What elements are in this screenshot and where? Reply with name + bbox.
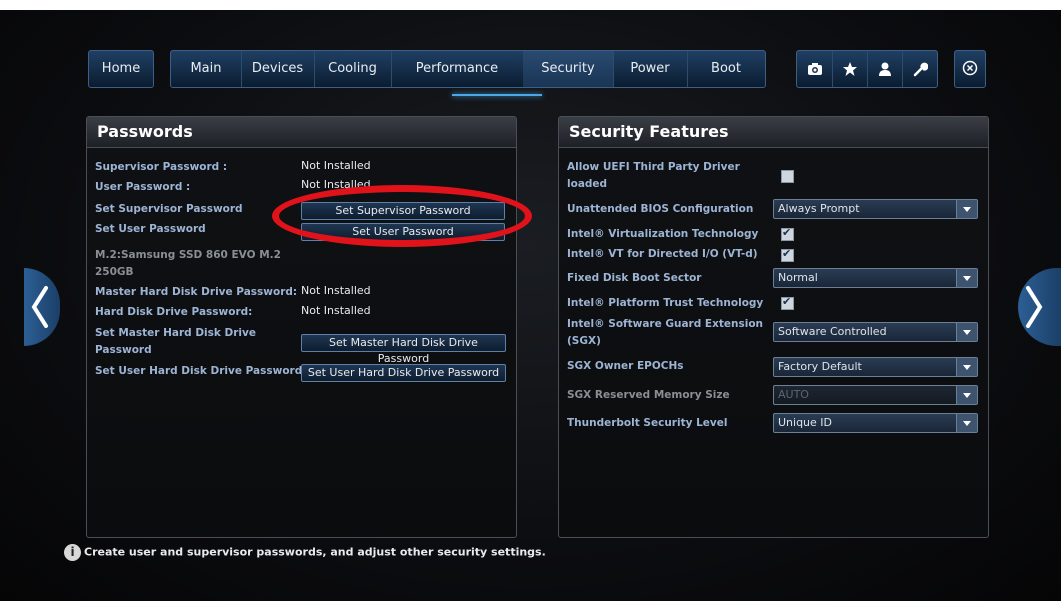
sgx-memory-label: SGX Reserved Memory Size <box>567 389 730 401</box>
set-master-hdd-password-button[interactable]: Set Master Hard Disk Drive Password <box>301 334 506 365</box>
active-tab-indicator <box>452 94 542 96</box>
tab-performance[interactable]: Performance <box>391 51 524 87</box>
master-hdd-password-label: Master Hard Disk Drive Password: <box>95 286 298 298</box>
master-hdd-password-status: Not Installed <box>301 284 371 297</box>
user-password-label: User Password : <box>95 181 191 193</box>
tab-cooling[interactable]: Cooling <box>314 51 392 87</box>
sgx-memory-dropdown: AUTO <box>773 385 978 405</box>
vtd-label: Intel® VT for Directed I/O (VT-d) <box>567 248 758 260</box>
info-bar: i Create user and supervisor passwords, a… <box>64 544 546 561</box>
chevron-down-icon <box>956 269 977 287</box>
security-features-panel: Security Features Allow UEFI Third Party… <box>558 116 989 538</box>
camera-icon[interactable] <box>797 51 833 87</box>
uefi-driver-checkbox[interactable] <box>781 170 794 183</box>
user-icon[interactable] <box>867 51 903 87</box>
tab-main[interactable]: Main <box>171 51 242 87</box>
drive-label: M.2:Samsung SSD 860 EVO M.2 250GB <box>95 249 281 278</box>
thunderbolt-dropdown[interactable]: Unique ID <box>773 413 978 433</box>
set-user-hdd-label: Set User Hard Disk Drive Password <box>95 365 303 377</box>
passwords-title: Passwords <box>87 117 516 148</box>
tab-boot[interactable]: Boot <box>687 51 765 87</box>
star-icon[interactable] <box>832 51 868 87</box>
close-circle-icon[interactable] <box>954 50 986 88</box>
chevron-down-icon <box>956 386 977 404</box>
passwords-panel: Passwords Supervisor Password : Not Inst… <box>86 116 517 538</box>
sgx-label: Intel® Software Guard Extension (SGX) <box>567 318 764 347</box>
set-master-hdd-label: Set Master Hard Disk Drive Password <box>95 327 257 356</box>
prev-page-button[interactable] <box>24 268 60 346</box>
vt-label: Intel® Virtualization Technology <box>567 228 759 240</box>
sgx-memory-value: AUTO <box>778 388 809 401</box>
hdd-password-status: Not Installed <box>301 304 371 317</box>
ptt-checkbox[interactable] <box>781 295 794 310</box>
tab-group: Main Devices Cooling Performance Securit… <box>170 50 766 88</box>
unattended-bios-dropdown[interactable]: Always Prompt <box>773 199 978 219</box>
set-user-hdd-password-button[interactable]: Set User Hard Disk Drive Password <box>301 364 506 382</box>
tab-devices[interactable]: Devices <box>241 51 315 87</box>
sgx-dropdown[interactable]: Software Controlled <box>773 322 978 342</box>
chevron-down-icon <box>956 358 977 376</box>
sgx-epoch-value: Factory Default <box>778 360 862 373</box>
supervisor-password-status: Not Installed <box>301 159 371 172</box>
sgx-epoch-label: SGX Owner EPOCHs <box>567 360 684 372</box>
sgx-epoch-dropdown[interactable]: Factory Default <box>773 357 978 377</box>
top-strip <box>0 0 1061 14</box>
chevron-down-icon <box>956 200 977 218</box>
ptt-label: Intel® Platform Trust Technology <box>567 297 764 309</box>
tab-home[interactable]: Home <box>88 50 154 88</box>
next-page-button[interactable] <box>1018 268 1061 346</box>
icon-group <box>796 50 938 88</box>
security-features-title: Security Features <box>559 117 988 148</box>
set-supervisor-label: Set Supervisor Password <box>95 203 243 215</box>
fixed-disk-boot-value: Normal <box>778 271 818 284</box>
thunderbolt-value: Unique ID <box>778 416 833 429</box>
vt-checkbox[interactable] <box>781 226 794 241</box>
uefi-driver-label: Allow UEFI Third Party Driver loaded <box>567 161 740 190</box>
chevron-left-icon <box>31 286 48 328</box>
bios-screen: Home Main Devices Cooling Performance Se… <box>0 10 1061 601</box>
tab-security[interactable]: Security <box>523 51 614 87</box>
tab-power[interactable]: Power <box>613 51 688 87</box>
fixed-disk-boot-label: Fixed Disk Boot Sector <box>567 272 702 284</box>
info-text: Create user and supervisor passwords, an… <box>84 545 546 559</box>
unattended-bios-value: Always Prompt <box>778 202 860 215</box>
chevron-right-icon <box>1026 286 1043 328</box>
supervisor-password-label: Supervisor Password : <box>95 161 228 173</box>
thunderbolt-label: Thunderbolt Security Level <box>567 417 728 429</box>
set-user-label: Set User Password <box>95 223 206 235</box>
wrench-icon[interactable] <box>902 51 937 87</box>
chevron-down-icon <box>956 323 977 341</box>
info-icon: i <box>64 544 81 561</box>
unattended-bios-label: Unattended BIOS Configuration <box>567 203 754 215</box>
fixed-disk-boot-dropdown[interactable]: Normal <box>773 268 978 288</box>
vtd-checkbox[interactable] <box>781 247 794 262</box>
annotation-ellipse <box>272 185 532 247</box>
chevron-down-icon <box>956 414 977 432</box>
sgx-value: Software Controlled <box>778 325 887 338</box>
hdd-password-label: Hard Disk Drive Password: <box>95 306 253 318</box>
